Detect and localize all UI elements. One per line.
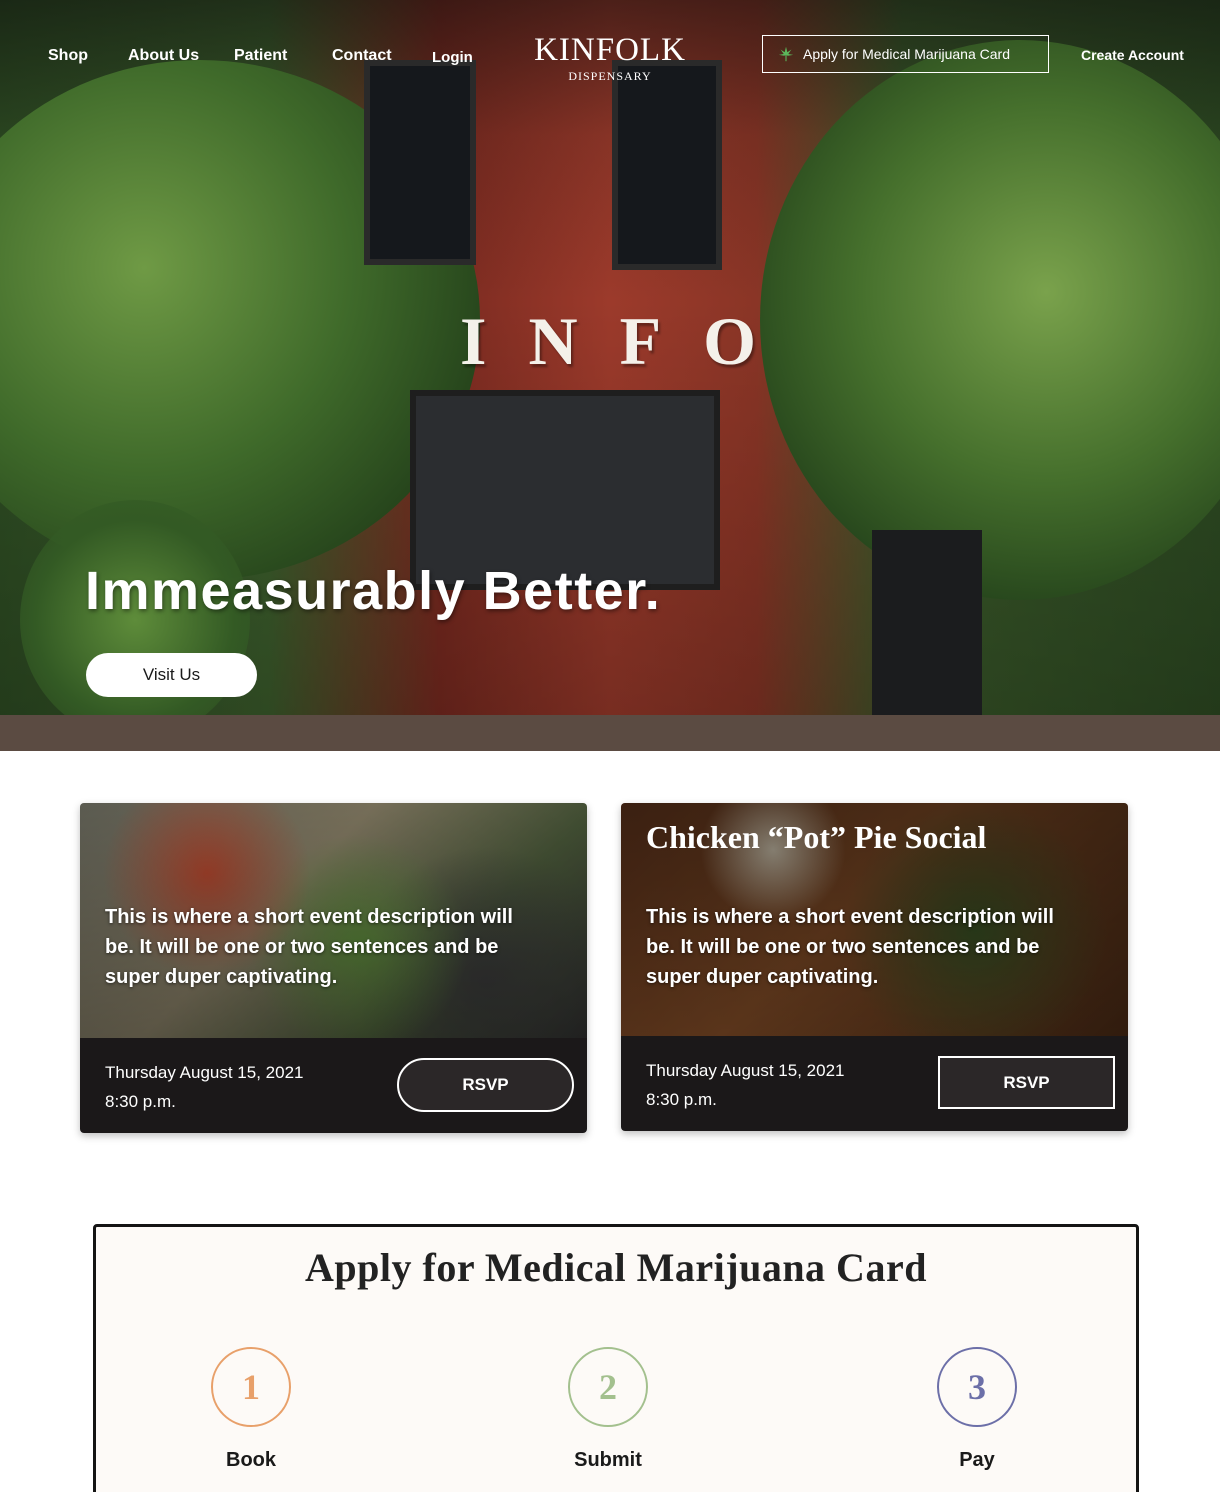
apply-card-button[interactable]: Apply for Medical Marijuana Card (762, 35, 1049, 73)
step-label: Book (226, 1449, 276, 1471)
event-image: This is where a short event description … (80, 803, 587, 1038)
building-sign-letters: INFO (460, 303, 798, 379)
event-title: Chicken “Pot” Pie Social (646, 819, 987, 855)
rsvp-button[interactable]: RSVP (938, 1056, 1115, 1109)
event-datetime: Thursday August 15, 2021 8:30 p.m. (105, 1058, 303, 1116)
logo-subtitle: DISPENSARY (568, 69, 652, 83)
step-label: Submit (574, 1449, 642, 1471)
logo-wordmark: KINFOLK (534, 32, 686, 68)
step-pay[interactable]: 3 Pay (917, 1347, 1037, 1472)
apply-card-label: Apply for Medical Marijuana Card (803, 46, 1010, 62)
step-number-circle: 1 (211, 1347, 291, 1427)
event-image: Chicken “Pot” Pie Social This is where a… (621, 803, 1128, 1036)
hero-title: Immeasurably Better. (85, 561, 662, 621)
event-footer: Thursday August 15, 2021 8:30 p.m. RSVP (621, 1036, 1128, 1131)
apply-section-title: Apply for Medical Marijuana Card (305, 1245, 927, 1290)
rsvp-button[interactable]: RSVP (397, 1058, 574, 1112)
apply-card-section: Apply for Medical Marijuana Card 1 Book … (93, 1224, 1139, 1492)
cannabis-leaf-icon (778, 46, 794, 62)
visit-us-button[interactable]: Visit Us (86, 653, 257, 697)
event-datetime: Thursday August 15, 2021 8:30 p.m. (646, 1056, 844, 1114)
building-window (612, 60, 722, 270)
event-date: Thursday August 15, 2021 (105, 1063, 304, 1082)
step-book[interactable]: 1 Book (191, 1347, 311, 1472)
event-time: 8:30 p.m. (646, 1090, 717, 1109)
step-number-circle: 2 (568, 1347, 648, 1427)
building-door (872, 530, 982, 725)
event-description: This is where a short event description … (105, 906, 513, 988)
event-footer: Thursday August 15, 2021 8:30 p.m. RSVP (80, 1038, 587, 1133)
step-label: Pay (959, 1449, 995, 1471)
site-logo[interactable]: KINFOLK DISPENSARY (530, 33, 690, 84)
hero-section: INFO Shop About Us Patient Contact Login… (0, 0, 1220, 751)
sidewalk (0, 715, 1220, 751)
create-account-link[interactable]: Create Account (1081, 47, 1184, 63)
nav-login[interactable]: Login (432, 49, 473, 66)
step-number-circle: 3 (937, 1347, 1017, 1427)
event-date: Thursday August 15, 2021 (646, 1061, 845, 1080)
nav-patient[interactable]: Patient (234, 47, 287, 65)
event-card: Chicken “Pot” Pie Social This is where a… (621, 803, 1128, 1131)
event-time: 8:30 p.m. (105, 1092, 176, 1111)
step-submit[interactable]: 2 Submit (548, 1347, 668, 1472)
event-description: This is where a short event description … (646, 906, 1054, 988)
nav-about-us[interactable]: About Us (128, 47, 199, 65)
building-window (364, 60, 476, 265)
nav-shop[interactable]: Shop (48, 47, 88, 65)
nav-contact[interactable]: Contact (332, 47, 392, 65)
event-card: This is where a short event description … (80, 803, 587, 1133)
tree-foliage (760, 40, 1220, 600)
